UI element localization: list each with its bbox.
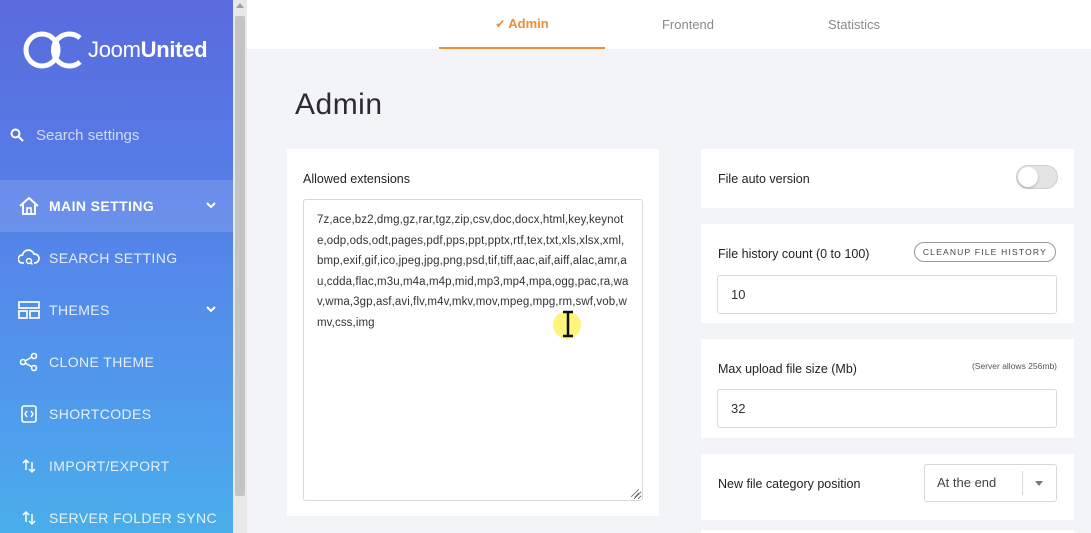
allowed-extensions-textarea[interactable]: 7z,ace,bz2,dmg,gz,rar,tgz,zip,csv,doc,do… [303,199,643,501]
tab-admin[interactable]: ✔ Admin [439,0,605,49]
max-upload-size-input[interactable] [717,389,1057,428]
settings-tabs: ✔ Admin Frontend Statistics [247,0,1091,49]
joomunited-logo-icon [23,31,82,69]
sidebar-item-search-setting[interactable]: SEARCH SETTING [0,232,233,284]
file-auto-version-toggle[interactable] [1016,165,1058,189]
category-position-panel: New file category position At the end [701,454,1074,520]
select-value: At the end [937,475,997,490]
arrows-updown-icon [17,508,41,528]
sidebar-item-main-setting[interactable]: MAIN SETTING [0,180,233,232]
chevron-down-icon [206,306,216,313]
page-title: Admin [295,88,383,121]
category-position-label: New file category position [718,477,861,491]
home-icon [17,196,41,216]
sidebar-item-label: IMPORT/EXPORT [49,458,170,474]
sidebar: JoomUnited MAIN SETTING SEARCH SETTING [0,0,233,533]
tab-label: Admin [508,16,549,31]
tab-label: Statistics [827,17,880,32]
sidebar-nav: MAIN SETTING SEARCH SETTING THEMES CLONE… [0,180,233,533]
toggle-knob [1018,167,1038,187]
search-icon [10,128,24,142]
check-icon: ✔ [495,16,506,31]
server-allows-hint: (Server allows 256mb) [971,361,1057,371]
max-upload-panel: Max upload file size (Mb) (Server allows… [701,339,1074,438]
cleanup-file-history-button[interactable]: CLEANUP FILE HISTORY [913,242,1056,262]
chevron-down-icon [206,202,216,209]
scroll-up-arrow-icon[interactable] [236,3,244,8]
file-history-label: File history count (0 to 100) [718,247,870,261]
file-auto-version-label: File auto version [718,172,810,186]
arrows-updown-icon [17,456,41,476]
allowed-extensions-value: 7z,ace,bz2,dmg,gz,rar,tgz,zip,csv,doc,do… [317,214,629,329]
brand-name: JoomUnited [88,37,208,62]
scrollbar-thumb[interactable] [235,16,245,496]
sidebar-item-themes[interactable]: THEMES [0,284,233,336]
search-settings-input[interactable] [36,126,216,144]
resize-grip-icon[interactable] [631,489,639,497]
sidebar-item-label: THEMES [49,302,110,318]
select-divider [1022,471,1023,495]
brand-logo[interactable]: JoomUnited [22,30,208,70]
sidebar-item-clone-theme[interactable]: CLONE THEME [0,336,233,388]
tab-statistics[interactable]: Statistics [771,0,937,49]
file-auto-version-panel: File auto version [701,149,1074,208]
file-history-count-input[interactable] [717,275,1057,314]
tab-frontend[interactable]: Frontend [605,0,771,49]
cloud-search-icon [17,248,41,268]
category-position-select[interactable]: At the end [924,464,1057,502]
allowed-extensions-panel: Allowed extensions 7z,ace,bz2,dmg,gz,rar… [287,149,659,516]
settings-search [10,122,225,148]
share-icon [17,352,41,372]
code-icon [17,404,41,424]
text-cursor-icon [563,310,573,338]
allowed-extensions-label: Allowed extensions [303,172,411,186]
sidebar-item-label: SEARCH SETTING [49,250,178,266]
sidebar-item-server-folder-sync[interactable]: SERVER FOLDER SYNC [0,492,233,533]
sidebar-item-shortcodes[interactable]: SHORTCODES [0,388,233,440]
sidebar-item-label: MAIN SETTING [49,198,155,214]
sidebar-item-label: CLONE THEME [49,354,155,370]
tab-label: Frontend [661,17,715,32]
sidebar-item-label: SHORTCODES [49,406,152,422]
file-history-panel: File history count (0 to 100) CLEANUP FI… [701,224,1074,323]
chevron-down-icon [1035,481,1043,486]
max-upload-label: Max upload file size (Mb) [718,362,857,376]
layout-icon [17,300,41,320]
sidebar-item-label: SERVER FOLDER SYNC [49,510,217,526]
sidebar-item-import-export[interactable]: IMPORT/EXPORT [0,440,233,492]
